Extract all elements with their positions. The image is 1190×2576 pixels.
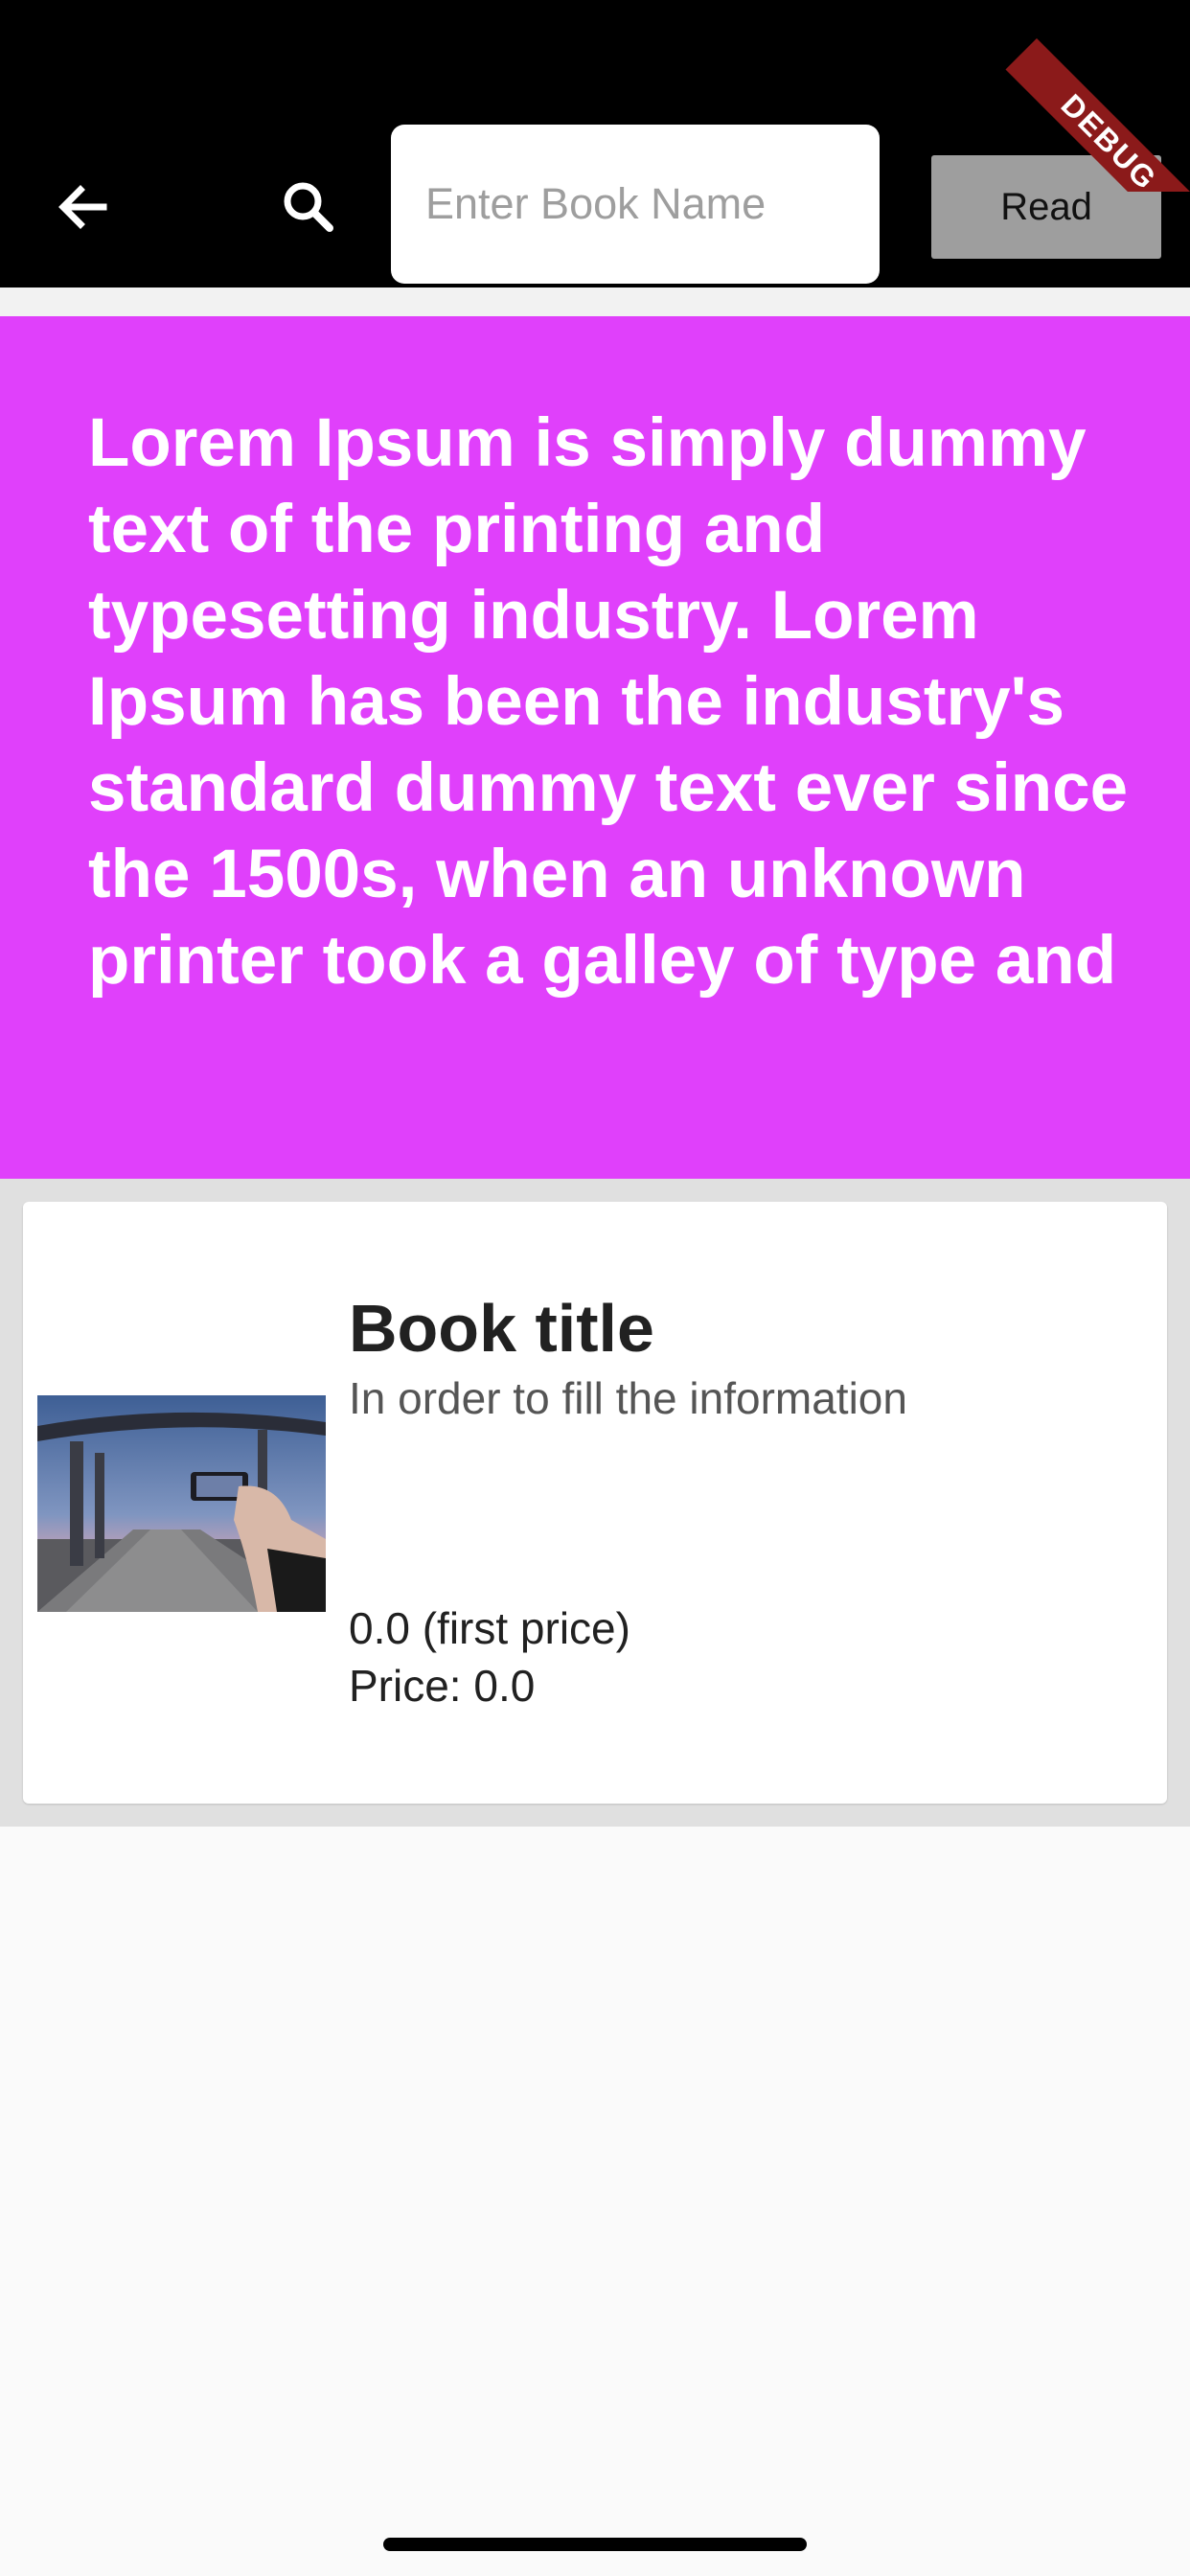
search-icon xyxy=(284,182,333,232)
book-image xyxy=(37,1395,326,1612)
debug-banner: DEBUG xyxy=(998,0,1190,192)
book-list: Book title In order to fill the informat… xyxy=(0,1179,1190,1827)
price: Price: 0.0 xyxy=(349,1661,536,1711)
book-card[interactable]: Book title In order to fill the informat… xyxy=(23,1202,1167,1804)
app-bar: Read DEBUG xyxy=(0,0,1190,288)
banner-text: Lorem Ipsum is simply dummy text of the … xyxy=(88,405,1129,999)
search-button[interactable] xyxy=(270,169,347,245)
back-button[interactable] xyxy=(44,169,121,245)
book-subtitle: In order to fill the information xyxy=(349,1373,907,1423)
first-price: 0.0 (first price) xyxy=(349,1603,630,1653)
book-title: Book title xyxy=(349,1291,654,1366)
home-indicator[interactable] xyxy=(383,2538,807,2551)
arrow-back-icon xyxy=(58,185,107,229)
book-name-input[interactable] xyxy=(391,125,880,284)
divider xyxy=(0,288,1190,316)
info-banner: Lorem Ipsum is simply dummy text of the … xyxy=(0,316,1190,1179)
debug-label: DEBUG xyxy=(1005,38,1190,192)
